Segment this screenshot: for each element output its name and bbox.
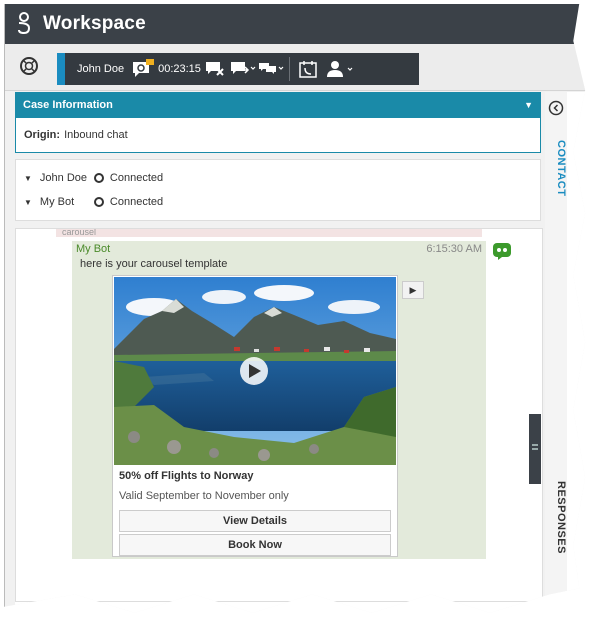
consult-chat-icon xyxy=(258,63,284,74)
transfer-chat-icon xyxy=(230,62,256,74)
connected-status-icon xyxy=(93,197,104,207)
chat-transcript[interactable]: carousel My Bot 6:15:30 AM here is your … xyxy=(15,228,543,602)
contact-panel xyxy=(567,92,586,612)
interaction-toolbar: John Doe 00:23:15 xyxy=(57,53,419,85)
participant-status: Connected xyxy=(109,172,164,184)
message-sender: My Bot xyxy=(76,243,111,255)
connected-status-icon xyxy=(93,173,104,183)
previous-message-snippet: carousel xyxy=(56,229,482,237)
responses-panel-handle[interactable] xyxy=(529,414,541,484)
app-title: Workspace xyxy=(43,13,146,34)
carousel-next-button[interactable]: ▶ xyxy=(402,281,424,299)
participants-list: ▼ John Doe Connected ▼ My Bot Connected xyxy=(15,159,541,221)
message-text: here is your carousel template xyxy=(80,258,228,270)
play-right-icon: ▶ xyxy=(409,285,417,295)
home-icon[interactable] xyxy=(19,56,39,76)
chat-input-area[interactable] xyxy=(15,602,541,613)
interaction-panel: Case Information ▼ Origin: Inbound chat … xyxy=(15,92,543,613)
side-tab-bar: CONTACT RESPONSES xyxy=(545,92,567,612)
end-chat-button[interactable] xyxy=(201,53,229,85)
case-information-header[interactable]: Case Information ▼ xyxy=(15,92,541,118)
contact-name[interactable]: John Doe xyxy=(77,63,124,75)
title-bar: Workspace xyxy=(5,4,586,44)
norway-landscape-image[interactable] xyxy=(114,277,396,465)
consult-chat-button[interactable] xyxy=(257,53,285,85)
party-actions-button[interactable] xyxy=(322,53,358,85)
participant-name: My Bot xyxy=(39,196,75,208)
toolbar-separator xyxy=(288,57,290,81)
view-details-button[interactable]: View Details xyxy=(119,510,391,532)
card-title: 50% off Flights to Norway xyxy=(119,470,254,482)
participant-row[interactable]: ▼ My Bot Connected xyxy=(24,190,532,214)
book-now-button[interactable]: Book Now xyxy=(119,534,391,556)
genesys-logo-icon xyxy=(18,12,31,35)
expand-arrow-icon[interactable]: ▼ xyxy=(24,198,32,207)
workspace-window: Workspace John Doe 00:23:15 Case Informa… xyxy=(4,4,586,613)
chat-icon xyxy=(133,59,155,77)
expand-arrow-icon[interactable]: ▼ xyxy=(24,174,32,183)
transfer-chat-button[interactable] xyxy=(229,53,257,85)
tab-contact[interactable]: CONTACT xyxy=(545,128,567,208)
interaction-timer: 00:23:15 xyxy=(158,63,201,75)
bot-avatar-icon xyxy=(493,243,511,260)
case-information-body: Origin: Inbound chat xyxy=(15,118,541,153)
message-time: 6:15:30 AM xyxy=(426,243,482,255)
toolbar-row: John Doe 00:23:15 xyxy=(5,44,586,91)
origin-label: Origin: xyxy=(24,129,61,141)
callback-calendar-icon xyxy=(299,61,317,78)
case-information-title: Case Information xyxy=(23,99,113,111)
person-icon xyxy=(326,61,353,77)
schedule-callback-button[interactable] xyxy=(294,53,322,85)
interaction-accent-bar xyxy=(57,53,65,85)
collapse-panel-icon[interactable] xyxy=(548,100,564,116)
participant-name: John Doe xyxy=(39,172,88,184)
landscape-image-svg xyxy=(114,277,396,465)
participant-row[interactable]: ▼ John Doe Connected xyxy=(24,166,532,190)
card-subtitle: Valid September to November only xyxy=(119,490,289,502)
carousel-card: 50% off Flights to Norway Valid Septembe… xyxy=(112,275,398,557)
tab-responses[interactable]: RESPONSES xyxy=(545,472,567,562)
chevron-down-icon[interactable]: ▼ xyxy=(524,100,533,110)
end-chat-icon xyxy=(205,62,224,76)
origin-value: Inbound chat xyxy=(64,129,128,141)
bot-message: My Bot 6:15:30 AM here is your carousel … xyxy=(72,241,486,559)
participant-status: Connected xyxy=(109,196,164,208)
